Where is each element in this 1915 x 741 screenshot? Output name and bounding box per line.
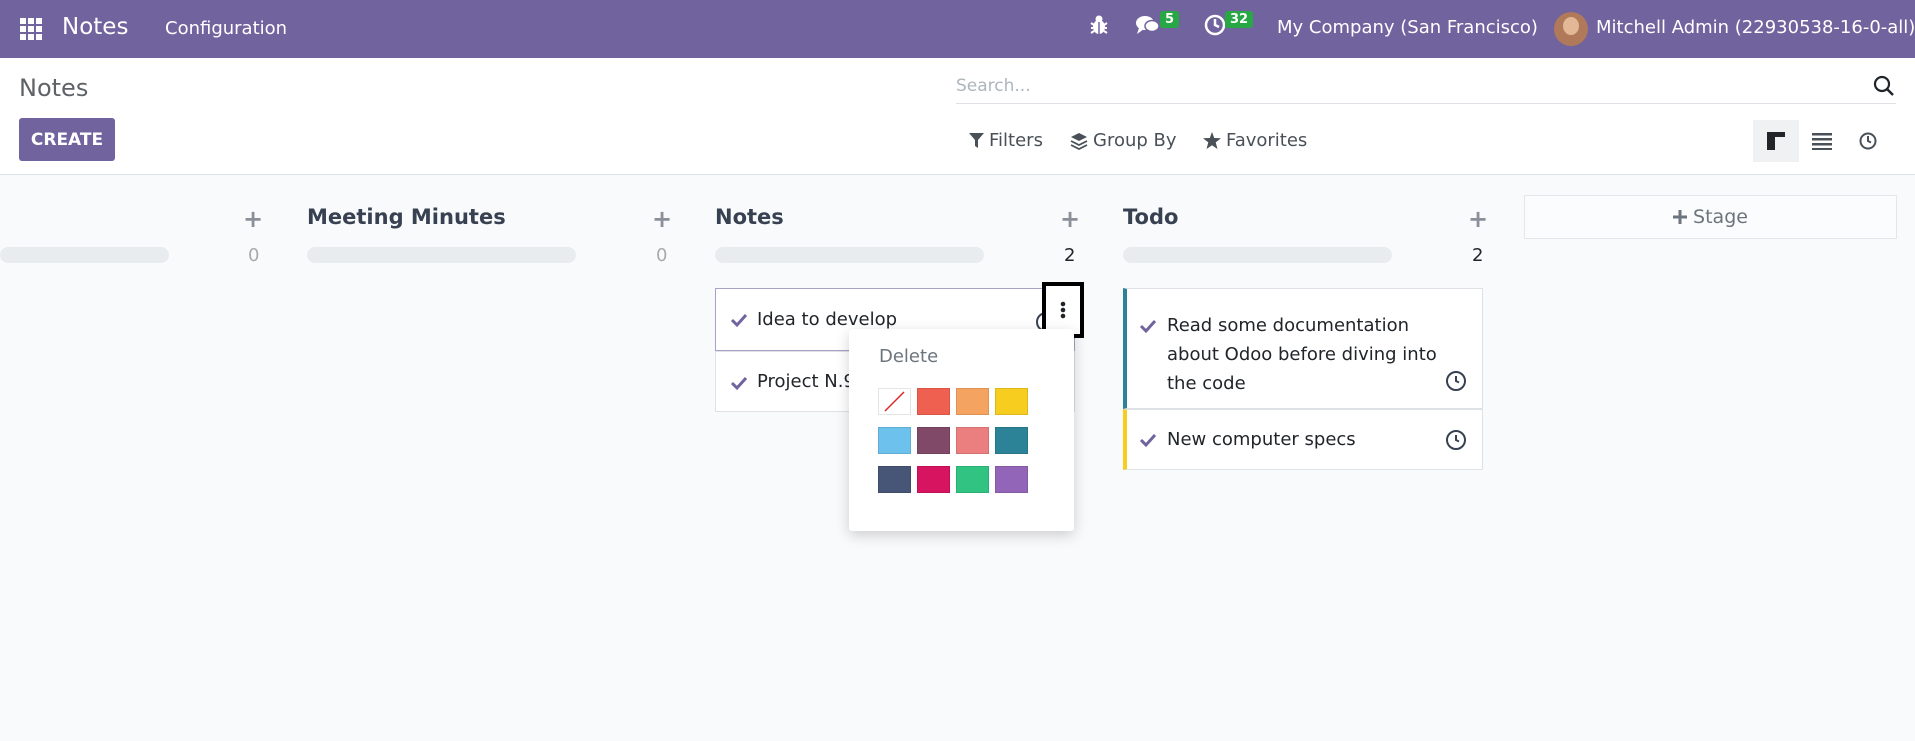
quick-create-icon[interactable]: + [243,205,263,233]
kanban-column: + 0 [0,175,270,741]
check-icon[interactable] [730,311,748,329]
column-progressbar [715,247,984,263]
app-name[interactable]: Notes [62,14,128,40]
quick-create-icon[interactable]: + [1468,205,1488,233]
list-view-button[interactable] [1799,120,1845,162]
top-navbar: Notes Configuration 5 32 My Company (San… [0,0,1915,58]
vertical-ellipsis-icon [1060,301,1066,319]
messages-badge: 5 [1160,11,1180,28]
activity-clock-icon[interactable] [1445,370,1467,392]
check-icon[interactable] [1139,317,1157,335]
card-title: Project N.9 [757,371,855,392]
activities-badge: 32 [1225,11,1254,28]
messages-button[interactable]: 5 [1135,11,1180,36]
breadcrumb: Notes [19,74,89,102]
delete-menu-item[interactable]: Delete [879,346,938,367]
activities-button[interactable]: 32 [1204,11,1254,36]
kanban-card[interactable]: Read some documentation about Odoo befor… [1123,288,1483,409]
card-dropdown-menu: Delete [849,329,1074,531]
list-icon [1812,133,1832,150]
control-panel: Notes CREATE Filters Group By Favorites [0,58,1915,175]
star-icon [1203,132,1221,149]
color-swatch-dark-purple[interactable] [917,427,950,454]
clock-icon [1204,14,1226,36]
kanban-card[interactable]: New computer specs [1123,409,1483,470]
color-swatch-yellow[interactable] [995,388,1028,415]
clock-icon [1859,132,1877,150]
add-stage-label: Stage [1693,206,1748,228]
column-title[interactable]: Meeting Minutes [307,205,506,229]
check-icon[interactable] [1139,431,1157,449]
color-swatch-green[interactable] [956,466,989,493]
kanban-column-meeting-minutes: Meeting Minutes + 0 [307,175,677,741]
apps-menu-icon[interactable] [20,18,42,40]
color-swatch-medium-blue[interactable] [995,427,1028,454]
color-swatch-salmon-pink[interactable] [956,427,989,454]
column-count: 2 [1472,245,1484,266]
filter-icon [969,132,984,148]
plus-icon [1673,210,1688,224]
filters-button[interactable]: Filters [969,130,1043,151]
column-title[interactable]: Notes [715,205,784,229]
favorites-button[interactable]: Favorites [1203,130,1307,151]
group-by-label: Group By [1093,130,1177,151]
kanban-icon [1767,132,1785,150]
column-title[interactable]: Todo [1123,205,1178,229]
company-switcher[interactable]: My Company (San Francisco) [1277,17,1538,38]
user-avatar[interactable] [1554,12,1588,46]
color-swatch-purple[interactable] [995,466,1028,493]
activity-clock-icon[interactable] [1445,429,1467,451]
column-progressbar [0,247,169,263]
user-menu[interactable]: Mitchell Admin (22930538-16-0-all) [1596,17,1915,38]
layers-icon [1070,132,1088,150]
column-count: 2 [1064,245,1076,266]
column-progressbar [1123,247,1392,263]
menu-configuration[interactable]: Configuration [165,18,287,39]
chat-icon [1136,16,1160,34]
search-icon[interactable] [1872,74,1896,98]
group-by-button[interactable]: Group By [1070,130,1177,151]
column-count: 0 [656,245,668,266]
quick-create-icon[interactable]: + [652,205,672,233]
debug-icon[interactable] [1089,14,1109,36]
color-swatch-light-blue[interactable] [878,427,911,454]
card-title: Read some documentation about Odoo befor… [1167,315,1437,394]
color-swatch-red[interactable] [917,388,950,415]
search-input[interactable] [956,70,1836,102]
color-swatch-fuchsia[interactable] [917,466,950,493]
quick-create-icon[interactable]: + [1060,205,1080,233]
favorites-label: Favorites [1226,130,1308,151]
column-count: 0 [248,245,260,266]
create-button[interactable]: CREATE [19,118,115,161]
color-swatch-orange[interactable] [956,388,989,415]
filters-label: Filters [989,130,1043,151]
search-bar [956,70,1896,104]
activity-view-button[interactable] [1845,120,1891,162]
check-icon[interactable] [730,374,748,392]
column-progressbar [307,247,576,263]
card-title: New computer specs [1167,429,1356,450]
add-stage-button[interactable]: Stage [1524,195,1897,239]
kanban-view-button[interactable] [1753,120,1799,162]
color-swatch-dark-blue[interactable] [878,466,911,493]
color-swatch-none[interactable] [878,388,911,415]
